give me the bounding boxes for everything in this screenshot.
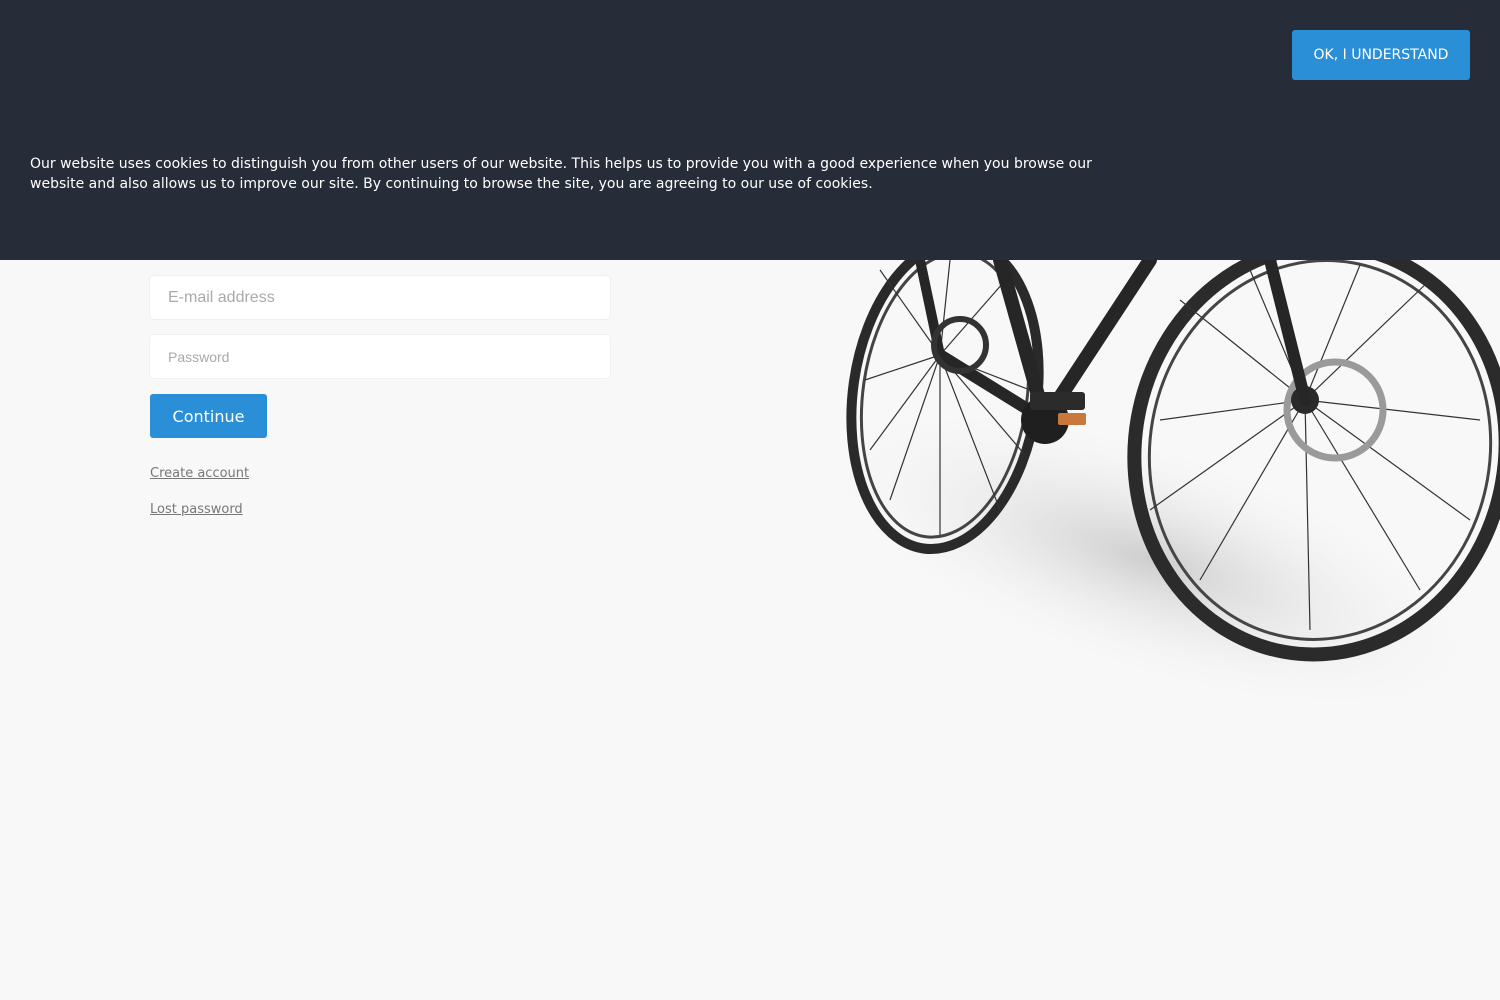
login-page: Continue Create account Lost password OK… <box>0 0 1500 1000</box>
login-form: Continue Create account Lost password <box>150 276 610 538</box>
email-field[interactable] <box>150 276 610 319</box>
cookie-message: Our website uses cookies to distinguish … <box>30 156 1092 192</box>
continue-button[interactable]: Continue <box>150 394 267 438</box>
cookie-banner: OK, I UNDERSTAND Our website uses cookie… <box>0 0 1500 260</box>
lost-password-link[interactable]: Lost password <box>150 502 243 517</box>
password-field[interactable] <box>150 335 610 378</box>
create-account-link[interactable]: Create account <box>150 466 249 481</box>
accept-cookies-button[interactable]: OK, I UNDERSTAND <box>1292 30 1470 80</box>
bicycle-image <box>805 235 1500 720</box>
